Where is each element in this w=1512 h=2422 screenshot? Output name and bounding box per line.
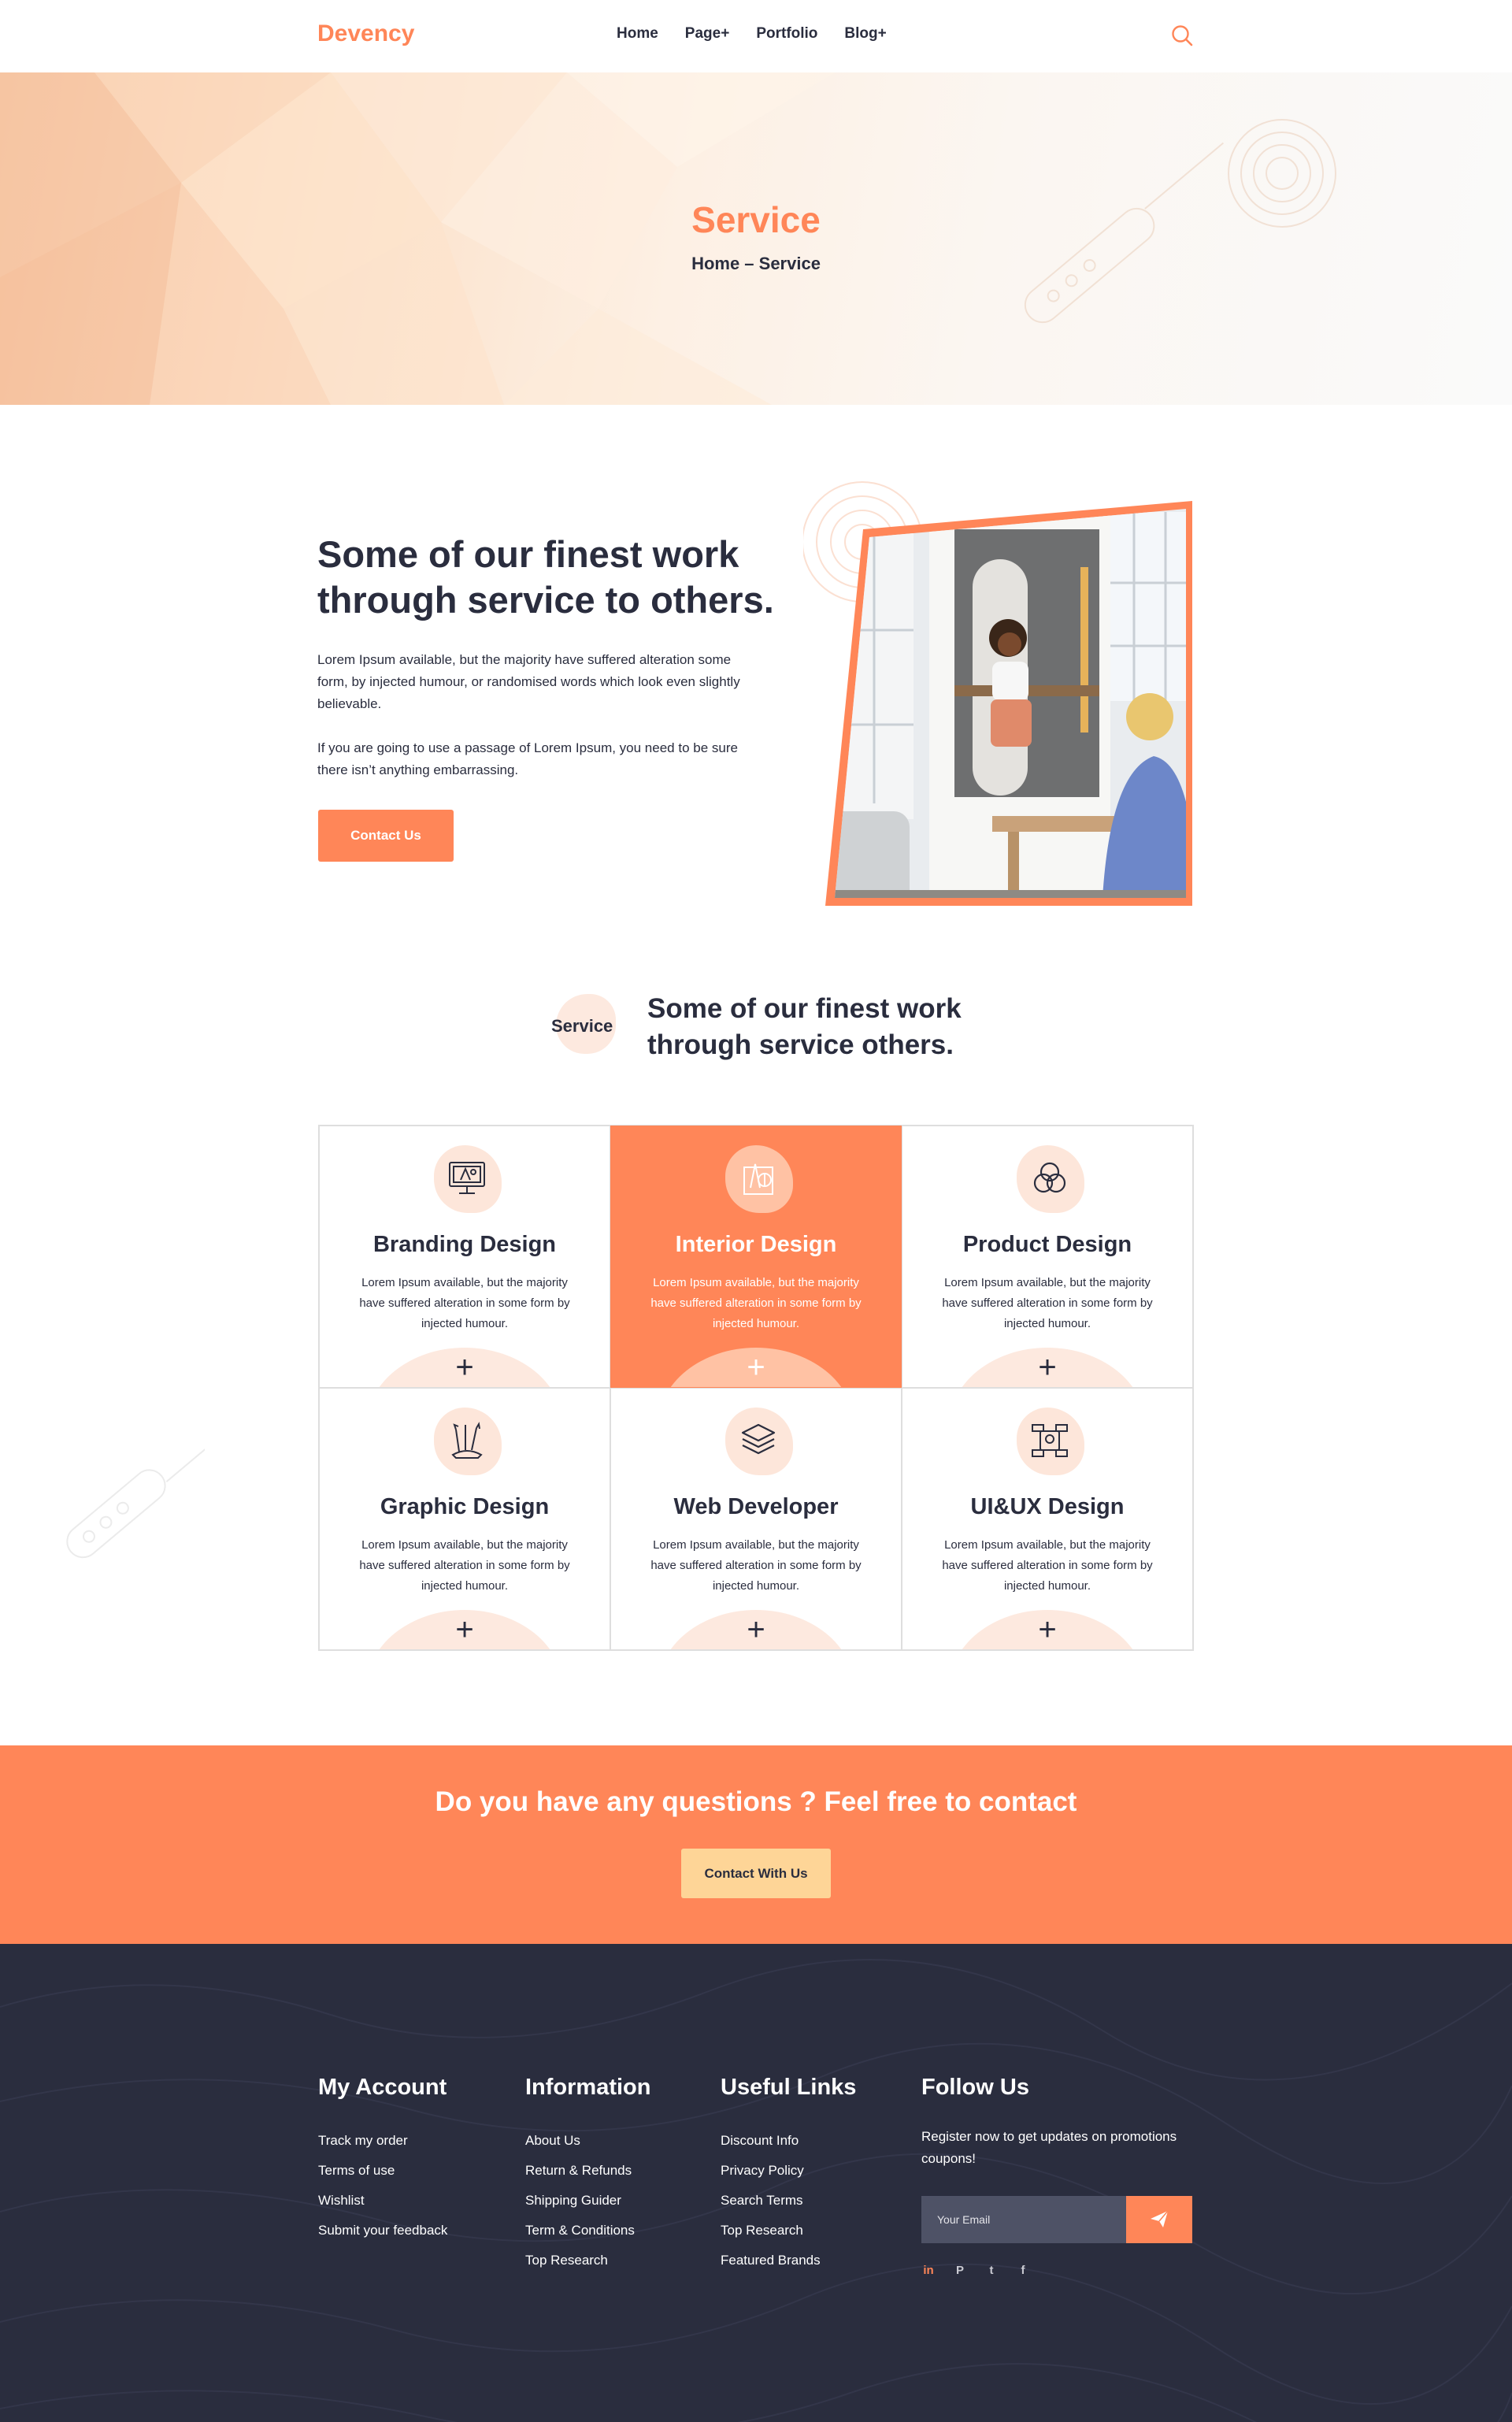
footer-heading: Useful Links <box>721 2075 857 2100</box>
footer-information: Information About Us Return & Refunds Sh… <box>525 2075 651 2275</box>
pencil-cup-icon <box>428 1404 502 1478</box>
pinterest-icon[interactable]: P <box>953 2264 967 2277</box>
footer-link[interactable]: Top Research <box>525 2246 651 2275</box>
search-icon[interactable] <box>1170 24 1194 47</box>
page-title: Service <box>691 199 821 240</box>
site-footer: My Account Track my order Terms of use W… <box>0 1944 1512 2422</box>
nav-portfolio[interactable]: Portfolio <box>756 25 817 43</box>
about-heading: Some of our finest work through service … <box>317 533 774 621</box>
logo[interactable]: Devency <box>317 20 414 47</box>
service-card-graphic[interactable]: Graphic Design Lorem Ipsum available, bu… <box>319 1388 610 1650</box>
decorative-pill-shape <box>66 1441 205 1559</box>
linkedin-icon[interactable]: in <box>921 2264 936 2277</box>
facebook-icon[interactable]: f <box>1016 2264 1030 2277</box>
footer-useful-links: Useful Links Discount Info Privacy Polic… <box>721 2075 856 2275</box>
about-paragraph-1: Lorem Ipsum available, but the majority … <box>317 652 740 711</box>
page: Devency Home Page+ Portfolio Blog+ Servi… <box>0 0 1512 2422</box>
service-cards-grid: Branding Design Lorem Ipsum available, b… <box>318 1125 1194 1651</box>
card-title: Interior Design <box>675 1232 837 1257</box>
footer-heading: Follow Us <box>921 2075 1029 2100</box>
expand-plus-icon[interactable]: + <box>1033 1614 1062 1645</box>
service-card-branding[interactable]: Branding Design Lorem Ipsum available, b… <box>319 1126 610 1388</box>
nav-pages[interactable]: Page+ <box>685 25 730 43</box>
card-title: Graphic Design <box>380 1494 550 1519</box>
service-card-interior[interactable]: Interior Design Lorem Ipsum available, b… <box>610 1126 902 1388</box>
monitor-design-icon <box>428 1142 502 1216</box>
site-header: Devency Home Page+ Portfolio Blog+ <box>0 0 1512 72</box>
card-text: Lorem Ipsum available, but the majority … <box>359 1276 570 1330</box>
page-hero: Service Home – Service <box>0 72 1512 405</box>
service-label: Service <box>551 1016 613 1036</box>
expand-plus-icon[interactable]: + <box>1033 1352 1062 1383</box>
service-card-uiux[interactable]: UI&UX Design Lorem Ipsum available, but … <box>902 1388 1193 1650</box>
footer-link[interactable]: Top Research <box>721 2216 856 2246</box>
send-button[interactable] <box>1126 2196 1192 2243</box>
footer-link[interactable]: Shipping Guider <box>525 2186 651 2216</box>
main-nav: Home Page+ Portfolio Blog+ <box>617 25 887 43</box>
footer-link[interactable]: About Us <box>525 2126 651 2156</box>
footer-link[interactable]: Term & Conditions <box>525 2216 651 2246</box>
footer-link[interactable]: Terms of use <box>318 2156 447 2186</box>
footer-link[interactable]: Featured Brands <box>721 2246 856 2275</box>
footer-link[interactable]: Wishlist <box>318 2186 447 2216</box>
footer-link[interactable]: Search Terms <box>721 2186 856 2216</box>
wireframe-icon <box>1010 1404 1084 1478</box>
office-photo <box>803 481 1192 906</box>
card-text: Lorem Ipsum available, but the majority … <box>359 1538 570 1593</box>
card-text: Lorem Ipsum available, but the majority … <box>650 1538 862 1593</box>
social-links: in P t f <box>921 2264 1030 2277</box>
expand-plus-icon[interactable]: + <box>450 1352 479 1383</box>
email-field[interactable] <box>921 2196 1126 2243</box>
nav-home[interactable]: Home <box>617 25 658 43</box>
card-title: UI&UX Design <box>970 1494 1125 1519</box>
card-text: Lorem Ipsum available, but the majority … <box>942 1276 1153 1330</box>
footer-link[interactable]: Discount Info <box>721 2126 856 2156</box>
footer-link[interactable]: Submit your feedback <box>318 2216 447 2246</box>
services-heading: Some of our finest work through service … <box>647 993 962 1060</box>
card-text: Lorem Ipsum available, but the majority … <box>650 1276 862 1330</box>
cta-heading: Do you have any questions ? Feel free to… <box>435 1786 1077 1817</box>
expand-plus-icon[interactable]: + <box>742 1352 770 1383</box>
paper-plane-icon <box>1151 2209 1169 2227</box>
footer-link[interactable]: Track my order <box>318 2126 447 2156</box>
footer-heading: My Account <box>318 2075 447 2100</box>
contact-cta-band: Do you have any questions ? Feel free to… <box>0 1745 1512 1944</box>
footer-link[interactable]: Return & Refunds <box>525 2156 651 2186</box>
newsletter-text: Register now to get updates on promotion… <box>921 2129 1177 2166</box>
drafting-tools-icon <box>719 1142 793 1216</box>
card-title: Product Design <box>962 1232 1132 1257</box>
footer-follow-us: Follow Us Register now to get updates on… <box>921 2075 1221 2311</box>
about-paragraph-2: If you are going to use a passage of Lor… <box>317 740 738 777</box>
venn-circles-icon <box>1010 1142 1084 1216</box>
layers-icon <box>719 1404 793 1478</box>
card-title: Branding Design <box>372 1232 556 1257</box>
contact-with-us-button[interactable]: Contact With Us <box>681 1849 831 1898</box>
footer-my-account: My Account Track my order Terms of use W… <box>318 2075 447 2246</box>
card-title: Web Developer <box>673 1494 839 1519</box>
service-card-product[interactable]: Product Design Lorem Ipsum available, bu… <box>902 1126 1193 1388</box>
expand-plus-icon[interactable]: + <box>450 1614 479 1645</box>
breadcrumb[interactable]: Home – Service <box>0 254 1512 274</box>
card-text: Lorem Ipsum available, but the majority … <box>942 1538 1153 1593</box>
twitter-icon[interactable]: t <box>984 2264 999 2277</box>
expand-plus-icon[interactable]: + <box>742 1614 770 1645</box>
footer-heading: Information <box>525 2075 651 2100</box>
contact-us-button[interactable]: Contact Us <box>318 810 454 862</box>
nav-blog[interactable]: Blog+ <box>844 25 886 43</box>
footer-link[interactable]: Privacy Policy <box>721 2156 856 2186</box>
service-card-web[interactable]: Web Developer Lorem Ipsum available, but… <box>610 1388 902 1650</box>
